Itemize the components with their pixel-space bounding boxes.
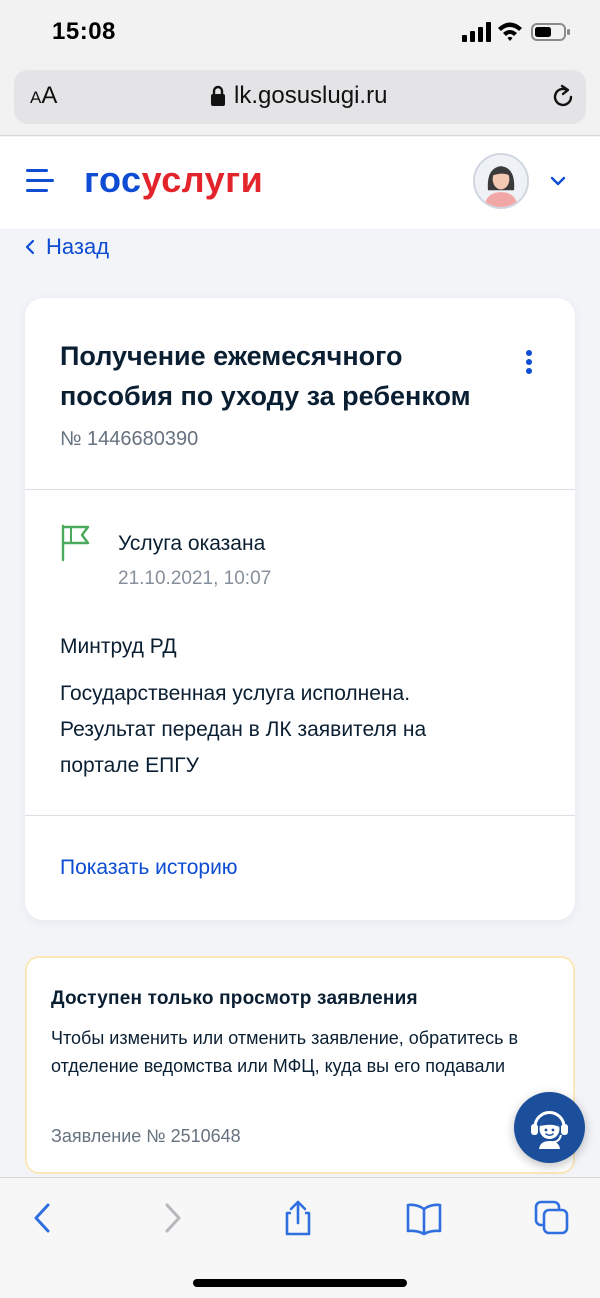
bookmarks-icon[interactable]	[406, 1200, 442, 1236]
more-options-icon[interactable]	[522, 350, 536, 380]
logo-part-uslugi: услуги	[141, 159, 264, 200]
status-bar: 15:08	[0, 0, 600, 64]
back-link[interactable]: Назад	[24, 234, 109, 260]
notice-body: Чтобы изменить или отменить заявление, о…	[51, 1028, 519, 1076]
browser-toolbar	[0, 1177, 600, 1298]
avatar[interactable]	[473, 153, 529, 209]
application-card: Получение ежемесячного пособия по уходу …	[25, 298, 575, 920]
divider	[25, 489, 575, 490]
share-icon[interactable]	[280, 1200, 316, 1236]
text-size-large-label: A	[41, 82, 58, 109]
lock-icon	[211, 85, 225, 106]
back-link-label: Назад	[46, 234, 110, 259]
support-chat-button[interactable]	[514, 1092, 585, 1163]
forward-icon[interactable]	[154, 1200, 190, 1236]
home-indicator	[193, 1279, 407, 1287]
text-size-small-label: A	[30, 88, 42, 107]
support-operator-icon	[531, 1111, 568, 1149]
logo-part-gos: гос	[84, 159, 142, 200]
browser-address-area: AA lk.gosuslugi.ru	[0, 64, 600, 136]
gosuslugi-logo[interactable]: госуслуги	[84, 159, 263, 201]
back-icon[interactable]	[25, 1200, 61, 1236]
wifi-icon	[498, 22, 522, 41]
menu-icon[interactable]	[26, 169, 56, 195]
application-title: Получение ежемесячного пособия по уходу …	[60, 341, 471, 411]
avatar-image	[475, 155, 527, 207]
status-time: 15:08	[52, 18, 116, 45]
show-history-link[interactable]: Показать историю	[60, 856, 238, 880]
address-bar[interactable]: AA lk.gosuslugi.ru	[14, 70, 586, 124]
text-size-button[interactable]: AA	[30, 82, 57, 110]
tabs-icon[interactable]	[534, 1200, 570, 1236]
notice-title: Доступен только просмотр заявления	[51, 988, 418, 1009]
chevron-down-icon[interactable]	[550, 175, 566, 187]
url-text[interactable]: lk.gosuslugi.ru	[234, 82, 387, 110]
view-only-notice: Доступен только просмотр заявления Чтобы…	[25, 956, 575, 1174]
chevron-left-icon	[25, 239, 35, 255]
status-label: Услуга оказана	[118, 532, 266, 555]
battery-icon	[531, 23, 570, 41]
flag-icon	[61, 524, 90, 562]
reload-icon[interactable]	[550, 84, 576, 110]
site-header: госуслуги	[0, 137, 600, 229]
application-number: № 1446680390	[60, 428, 199, 450]
divider	[25, 815, 575, 816]
signal-icon	[462, 22, 491, 42]
result-text: Государственная услуга исполнена. Резуль…	[60, 682, 427, 777]
status-datetime: 21.10.2021, 10:07	[118, 568, 272, 589]
organization-name: Минтруд РД	[60, 635, 177, 658]
notice-application-number: Заявление № 2510648	[51, 1126, 241, 1146]
